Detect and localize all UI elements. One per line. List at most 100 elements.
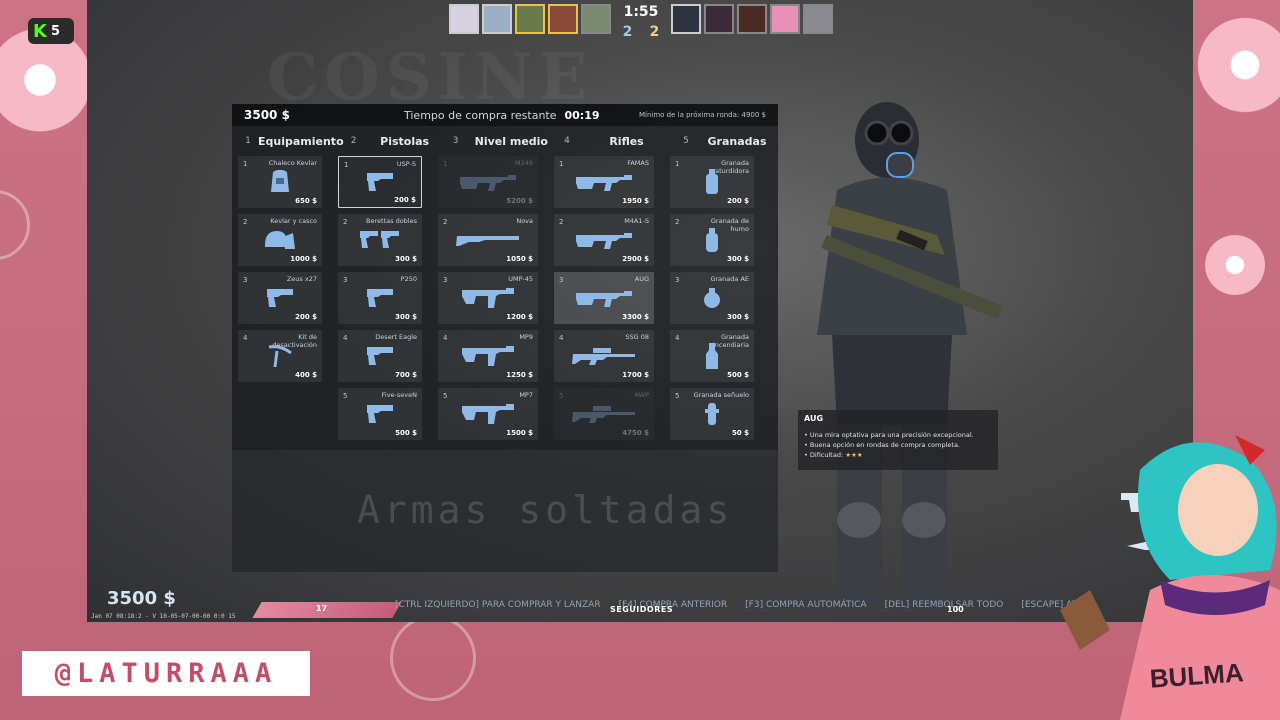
buy-menu: 3500 $ Tiempo de compra restante 00:19 M… [232,104,778,572]
ct-agent-model [817,102,1003,605]
item-name: Granada AE [710,275,749,283]
item-price: 1050 $ [506,255,533,263]
buy-item[interactable]: 3 Granada AE 300 $ [670,272,754,324]
he-icon [702,286,722,314]
buy-item[interactable]: 1 Granada aturdidora 200 $ [670,156,754,208]
item-slot-number: 1 [443,160,448,168]
decoy-icon [703,401,721,431]
kick-badge: K 5 [28,18,74,44]
col-mid-tier: 1 M249 5200 $ 2 Nova 1050 $ 3 UMP-45 1200 $ 4 MP9 1… [438,156,538,440]
dual-icon [359,229,401,255]
score-ct: 2 [622,24,633,40]
buy-item[interactable]: 3 P250 300 $ [338,272,422,324]
round-timer: 1:55 2 2 [614,4,668,40]
buy-item[interactable]: 1 USP-S 200 $ [338,156,422,208]
streamer-handle: @LATURRAAA [22,651,310,696]
item-slot-number: 1 [675,160,680,168]
buy-item[interactable]: 3 UMP-45 1200 $ [438,272,538,324]
buy-item[interactable]: 3 Zeus x27 200 $ [238,272,322,324]
handle-text: @LATURRAAA [54,658,278,689]
item-price: 1500 $ [506,429,533,437]
buy-money: 3500 $ [244,108,290,122]
buy-item[interactable]: 3 AUG 3300 $ [554,272,654,324]
rifle-icon [574,287,634,313]
tab-grenades[interactable]: 5 Granadas [676,135,778,148]
difficulty-label: • Dificultad: [804,450,844,459]
item-price: 300 $ [727,313,749,321]
item-name: SSG 08 [625,333,649,341]
buy-item[interactable]: 2 Kevlar y casco 1000 $ [238,214,322,266]
item-price: 1000 $ [290,255,317,263]
round-time: 1:55 [623,4,659,20]
helmet-icon [263,229,297,255]
item-name: UMP-45 [508,275,533,283]
col-pistols: 1 USP-S 200 $ 2 Berettas dobles 300 $ 3 P250 300… [338,156,422,440]
player-avatar [548,4,578,34]
item-slot-number: 3 [675,276,680,284]
buy-item[interactable]: 5 Granada señuelo 50 $ [670,388,754,440]
buy-item[interactable]: 5 AWP 4750 $ [554,388,654,440]
tab-number: 3 [452,136,459,146]
tab-mid-tier[interactable]: 3 Nivel medio [446,135,557,148]
tab-equipment[interactable]: 1 Equipamiento [238,135,344,148]
buy-item[interactable]: 4 Kit de desactivación 400 $ [238,330,322,382]
buy-item[interactable]: 5 Five-seveN 500 $ [338,388,422,440]
kit-icon [265,343,295,373]
item-slot-number: 1 [344,161,349,169]
pistol-icon [365,287,395,313]
tooltip-difficulty: • Dificultad: ★★★ [804,451,992,461]
item-name: FAMAS [627,159,649,167]
buy-menu-header: 3500 $ Tiempo de compra restante 00:19 M… [232,104,778,126]
dropped-weapons-label: Armas soltadas [357,488,734,532]
buy-item[interactable]: 2 Nova 1050 $ [438,214,538,266]
buy-item[interactable]: 4 Desert Eagle 700 $ [338,330,422,382]
buy-item[interactable]: 1 M249 5200 $ [438,156,538,208]
player-avatar [671,4,701,34]
item-slot-number: 5 [559,392,564,400]
score-t: 2 [649,24,660,40]
tab-rifles[interactable]: 4 Rifles [557,135,676,148]
buy-item[interactable]: 4 SSG 08 1700 $ [554,330,654,382]
sniper-icon [571,404,637,428]
item-name: MP7 [519,391,533,399]
tab-number: 4 [564,136,570,146]
item-slot-number: 5 [443,392,448,400]
buy-item[interactable]: 2 M4A1-S 2900 $ [554,214,654,266]
item-price: 4750 $ [622,429,649,437]
buy-item[interactable]: 5 MP7 1500 $ [438,388,538,440]
pistol-icon [265,287,295,313]
item-slot-number: 4 [559,334,564,342]
follower-current: 17 [316,604,328,613]
item-slot-number: 4 [343,334,348,342]
col-equipment: 1 Chaleco Kevlar 650 $ 2 Kevlar y casco 1000 … [238,156,322,440]
hud-money: 3500 $ [107,588,176,609]
tooltip-title: AUG [804,414,824,423]
col-grenades: 1 Granada aturdidora 200 $ 2 Granada de humo… [670,156,754,440]
buy-item[interactable]: 4 Granada incendiaria 500 $ [670,330,754,382]
tab-label: Nivel medio [474,134,548,148]
item-price: 650 $ [295,197,317,205]
buy-item[interactable]: 1 Chaleco Kevlar 650 $ [238,156,322,208]
item-name: Granada de humo [710,217,749,234]
tab-label: Granadas [707,134,767,148]
rifle-icon [574,229,634,255]
item-slot-number: 4 [675,334,680,342]
item-slot-number: 3 [559,276,564,284]
buy-item[interactable]: 4 MP9 1250 $ [438,330,538,382]
item-name: Zeus x27 [286,275,317,283]
item-name: Granada señuelo [693,391,749,399]
tab-pistols[interactable]: 2 Pistolas [344,135,446,148]
ring-decoration [390,615,476,701]
player-avatar [737,4,767,34]
buy-item[interactable]: 2 Berettas dobles 300 $ [338,214,422,266]
item-name: Desert Eagle [375,333,417,341]
dropped-weapons-area: Armas soltadas [232,450,778,572]
item-slot-number: 1 [559,160,564,168]
hint-auto-buy[interactable]: [F3] COMPRA AUTOMÁTICA [745,600,866,610]
buy-item[interactable]: 1 FAMAS 1950 $ [554,156,654,208]
hint-refund-all[interactable]: [DEL] REEMBOLSAR TODO [885,600,1004,610]
shotgun-icon [455,232,521,252]
buy-item[interactable]: 2 Granada de humo 300 $ [670,214,754,266]
item-price: 1950 $ [622,197,649,205]
item-name: M4A1-S [624,217,649,225]
